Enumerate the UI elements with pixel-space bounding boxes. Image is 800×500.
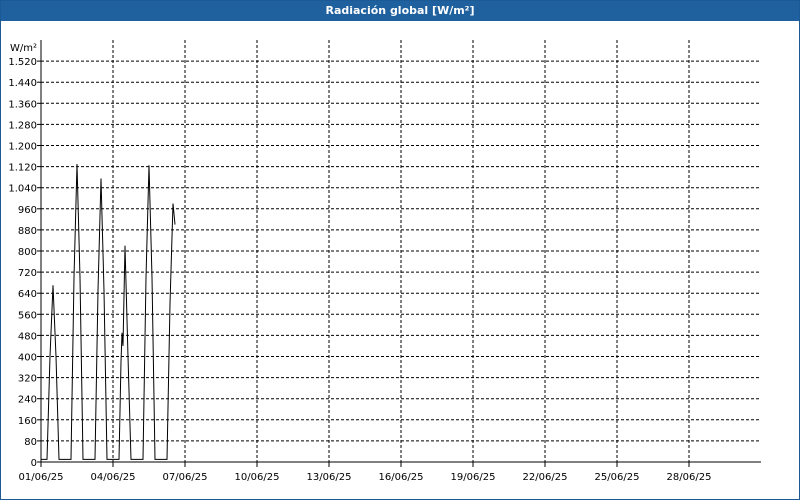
radiation-chart: 0 80 160 240 320 400 480 560 640 720 800 880 960 1.04… [8,40,761,483]
y-axis-ticks: 0 80 160 240 320 400 480 560 640 720 800 880 960 1.04… [8,57,41,469]
y-tick-label: 0 [31,458,37,469]
y-tick-label: 400 [18,353,37,364]
x-tick-label: 19/06/25 [451,472,496,483]
x-tick-label: 16/06/25 [379,472,424,483]
y-tick-label: 880 [18,226,37,237]
x-tick-label: 13/06/25 [307,472,352,483]
y-tick-label: 1.360 [8,99,37,110]
x-tick-label: 10/06/25 [235,472,280,483]
y-axis-label: W/m² [10,43,37,54]
x-tick-label: 04/06/25 [91,472,136,483]
y-tick-label: 1.440 [8,78,37,89]
y-tick-label: 560 [18,310,37,321]
x-tick-label: 01/06/25 [19,472,64,483]
y-tick-label: 1.200 [8,142,37,153]
x-tick-label: 07/06/25 [163,472,208,483]
chart-window: Radiación global [W/m²] 0 80 160 240 320 400 4… [0,0,800,500]
y-tick-label: 640 [18,289,37,300]
y-tick-label: 80 [24,437,37,448]
y-tick-label: 800 [18,247,37,258]
y-tick-label: 1.120 [8,163,37,174]
x-axis-ticks: 01/06/25 04/06/25 07/06/25 10/06/25 13/06/25… [19,462,712,483]
y-tick-label: 960 [18,205,37,216]
x-tick-label: 25/06/25 [595,472,640,483]
y-tick-label: 1.040 [8,184,37,195]
x-tick-label: 28/06/25 [667,472,712,483]
y-tick-label: 160 [18,416,37,427]
y-tick-label: 320 [18,374,37,385]
y-tick-label: 1.280 [8,120,37,131]
grid [41,40,761,462]
y-tick-label: 240 [18,395,37,406]
x-tick-label: 22/06/25 [523,472,568,483]
chart-title: Radiación global [W/m²] [1,1,799,21]
y-tick-label: 720 [18,268,37,279]
y-tick-label: 480 [18,331,37,342]
y-tick-label: 1.520 [8,57,37,68]
